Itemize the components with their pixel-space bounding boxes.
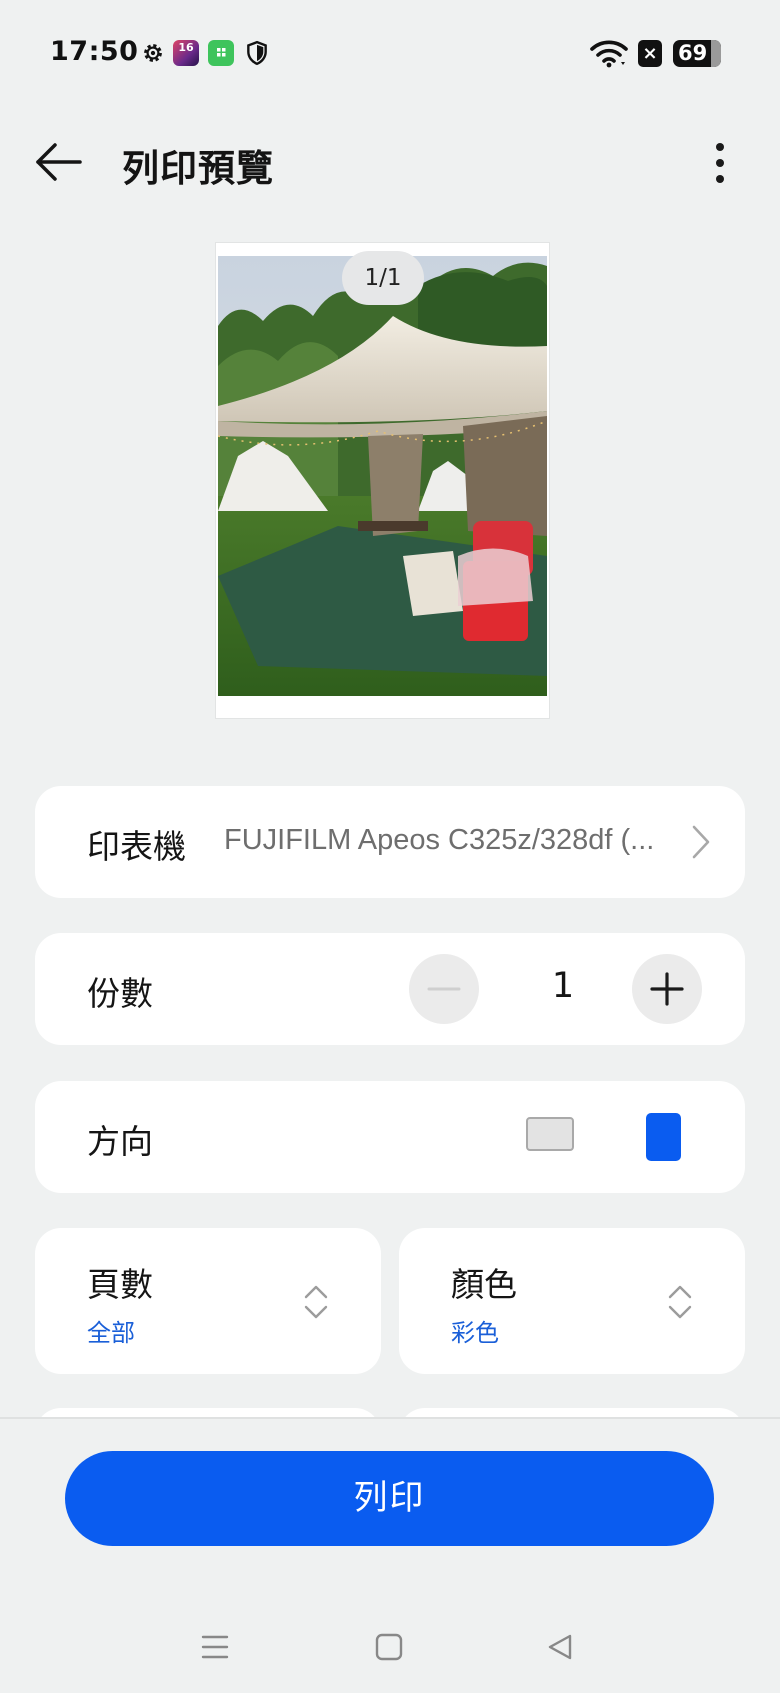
copies-label: 份數 xyxy=(87,974,153,1013)
system-nav-bar xyxy=(0,1600,780,1693)
color-label: 顏色 xyxy=(451,1265,517,1304)
increase-copies-button[interactable] xyxy=(632,954,702,1024)
more-options-button[interactable] xyxy=(702,135,738,191)
battery-level: 69 xyxy=(678,41,708,65)
minus-icon xyxy=(427,987,461,991)
color-value: 彩色 xyxy=(451,1319,499,1347)
printer-row[interactable]: 印表機 FUJIFILM Apeos C325z/328df (... xyxy=(35,786,745,898)
chevron-right-icon xyxy=(692,825,710,859)
menu-icon[interactable] xyxy=(200,1632,230,1662)
plus-icon xyxy=(650,972,684,1006)
preview-photo xyxy=(218,256,547,696)
home-icon[interactable] xyxy=(374,1632,404,1662)
gear-icon xyxy=(144,44,162,62)
shield-icon xyxy=(247,40,267,66)
pages-selector[interactable]: 頁數 全部 xyxy=(35,1228,381,1374)
back-triangle-icon[interactable] xyxy=(545,1632,575,1662)
page-indicator: 1/1 xyxy=(342,251,424,305)
more-vertical-icon xyxy=(716,143,724,151)
close-box-icon: × xyxy=(638,40,662,67)
status-time: 17:50 xyxy=(50,36,139,67)
app-16-icon: 16 xyxy=(173,40,199,66)
decrease-copies-button[interactable] xyxy=(409,954,479,1024)
up-down-chevron-icon xyxy=(668,1285,692,1319)
copies-value: 1 xyxy=(551,966,575,1006)
battery-icon: 69 xyxy=(673,40,721,67)
orientation-row: 方向 xyxy=(35,1081,745,1193)
app-green-icon xyxy=(208,40,234,66)
portrait-option-icon[interactable] xyxy=(646,1113,681,1161)
print-preview-screen: 17:50 16 × 69 列印預覽 1/1 印表機 FUJIFILM Apeo… xyxy=(0,0,780,1693)
landscape-option-icon[interactable] xyxy=(526,1117,574,1151)
pages-label: 頁數 xyxy=(87,1265,153,1304)
copies-row: 份數 1 xyxy=(35,933,745,1045)
color-selector[interactable]: 顏色 彩色 xyxy=(399,1228,745,1374)
divider xyxy=(0,1417,780,1419)
print-button[interactable]: 列印 xyxy=(65,1451,714,1546)
battery-empty-segment xyxy=(711,40,721,67)
printer-value: FUJIFILM Apeos C325z/328df (... xyxy=(224,824,655,856)
up-down-chevron-icon xyxy=(304,1285,328,1319)
pages-value: 全部 xyxy=(87,1319,135,1347)
wifi-icon xyxy=(590,40,628,68)
arrow-left-icon xyxy=(36,143,82,181)
orientation-label: 方向 xyxy=(87,1122,153,1161)
back-button[interactable] xyxy=(30,133,88,191)
status-bar: 17:50 16 × 69 xyxy=(0,0,780,106)
printer-label: 印表機 xyxy=(87,827,186,866)
page-title: 列印預覽 xyxy=(122,147,274,190)
print-preview-page xyxy=(216,243,549,718)
